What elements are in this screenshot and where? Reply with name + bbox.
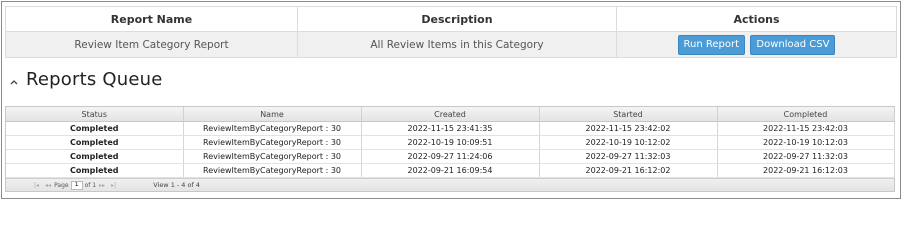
completed-cell: 2022-11-15 23:42:03 <box>717 121 895 136</box>
created-cell: 2022-09-21 16:09:54 <box>361 163 540 178</box>
table-row[interactable]: Completed ReviewItemByCategoryReport : 3… <box>6 135 895 150</box>
table-row[interactable]: Completed ReviewItemByCategoryReport : 3… <box>6 149 895 164</box>
reports-queue-grid: Status Name Created Started Completed Co… <box>5 106 895 192</box>
description-header: Description <box>297 6 617 32</box>
report-table: Report Name Description Actions Review I… <box>5 6 897 58</box>
report-actions-cell: Run Report Download CSV <box>616 31 897 58</box>
grid-pager: |◂ ◂◂ Page of 1 ▸▸ ▸| View 1 - 4 of 4 <box>6 178 894 191</box>
completed-cell: 2022-09-21 16:12:03 <box>717 163 895 178</box>
reports-queue-header: Reports Queue <box>8 66 163 92</box>
report-header-row: Report Name Description Actions <box>5 6 897 32</box>
status-cell: Completed <box>6 135 184 150</box>
started-cell: 2022-11-15 23:42:02 <box>539 121 718 136</box>
name-cell: ReviewItemByCategoryReport : 30 <box>183 149 362 164</box>
page-number-input[interactable] <box>70 180 83 190</box>
created-cell: 2022-11-15 23:41:35 <box>361 121 540 136</box>
name-cell: ReviewItemByCategoryReport : 30 <box>183 121 362 136</box>
completed-column-header[interactable]: Completed <box>717 107 895 122</box>
status-cell: Completed <box>6 149 184 164</box>
report-name-header: Report Name <box>5 6 298 32</box>
status-column-header[interactable]: Status <box>6 107 184 122</box>
report-description-cell: All Review Items in this Category <box>297 31 617 58</box>
started-cell: 2022-09-27 11:32:03 <box>539 149 718 164</box>
chevron-up-icon[interactable] <box>8 76 20 88</box>
created-column-header[interactable]: Created <box>361 107 540 122</box>
view-range-text: View 1 - 4 of 4 <box>153 181 200 189</box>
status-cell: Completed <box>6 163 184 178</box>
queue-header-row: Status Name Created Started Completed <box>6 107 895 122</box>
completed-cell: 2022-10-19 10:12:03 <box>717 135 895 150</box>
last-page-icon[interactable]: ▸| <box>111 182 116 189</box>
table-row[interactable]: Completed ReviewItemByCategoryReport : 3… <box>6 121 895 136</box>
name-cell: ReviewItemByCategoryReport : 30 <box>183 163 362 178</box>
name-cell: ReviewItemByCategoryReport : 30 <box>183 135 362 150</box>
created-cell: 2022-09-27 11:24:06 <box>361 149 540 164</box>
run-report-button[interactable]: Run Report <box>677 34 746 55</box>
reports-queue-title: Reports Queue <box>26 68 163 90</box>
report-name-cell: Review Item Category Report <box>5 31 298 58</box>
download-csv-button[interactable]: Download CSV <box>750 34 836 55</box>
next-page-icon[interactable]: ▸▸ <box>99 182 105 189</box>
page-count-label: of 1 <box>84 181 97 189</box>
started-column-header[interactable]: Started <box>539 107 718 122</box>
status-cell: Completed <box>6 121 184 136</box>
prev-page-icon[interactable]: ◂◂ <box>45 182 51 189</box>
queue-table: Status Name Created Started Completed Co… <box>6 107 895 178</box>
report-row: Review Item Category Report All Review I… <box>5 31 897 58</box>
name-column-header[interactable]: Name <box>183 107 362 122</box>
page-label: Page <box>54 181 69 189</box>
created-cell: 2022-10-19 10:09:51 <box>361 135 540 150</box>
actions-header: Actions <box>616 6 897 32</box>
started-cell: 2022-10-19 10:12:02 <box>539 135 718 150</box>
table-row[interactable]: Completed ReviewItemByCategoryReport : 3… <box>6 163 895 178</box>
completed-cell: 2022-09-27 11:32:03 <box>717 149 895 164</box>
started-cell: 2022-09-21 16:12:02 <box>539 163 718 178</box>
first-page-icon[interactable]: |◂ <box>34 182 39 189</box>
